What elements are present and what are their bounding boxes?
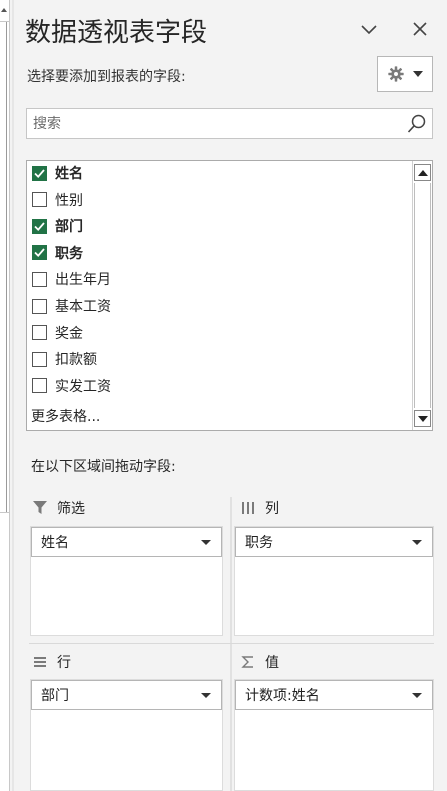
close-panel-button[interactable] xyxy=(405,14,435,44)
field-list[interactable]: 姓名性别部门职务出生年月基本工资奖金扣款额实发工资 更多表格... xyxy=(26,160,433,431)
search-icon[interactable] xyxy=(406,113,428,135)
field-checkbox[interactable] xyxy=(32,351,47,367)
tools-button[interactable] xyxy=(377,56,433,92)
gear-icon xyxy=(388,66,404,82)
panel-title: 数据透视表字段 xyxy=(25,18,208,48)
field-checkbox[interactable] xyxy=(32,378,47,394)
field-item[interactable]: 出生年月 xyxy=(32,268,111,290)
columns-area-label: 列 xyxy=(241,498,279,518)
field-checkbox[interactable] xyxy=(32,192,47,208)
field-item[interactable]: 扣款额 xyxy=(32,348,97,370)
left-edge-strip xyxy=(0,0,10,791)
rows-area-title: 行 xyxy=(57,655,71,671)
field-label: 奖金 xyxy=(55,325,83,342)
values-drop-area[interactable]: 计数项:姓名 xyxy=(234,679,434,791)
field-item[interactable]: 姓名 xyxy=(32,162,83,184)
arrow-down-icon xyxy=(417,415,428,422)
columns-icon xyxy=(242,502,254,514)
panel-separator[interactable] xyxy=(12,0,14,791)
collapse-panel-button[interactable] xyxy=(354,14,384,44)
field-checkbox[interactable] xyxy=(32,165,47,181)
search-input[interactable] xyxy=(33,113,393,135)
field-item[interactable]: 部门 xyxy=(32,215,83,237)
chip-dropdown-icon[interactable] xyxy=(412,693,422,698)
values-field-label: 计数项:姓名 xyxy=(245,688,320,704)
columns-area-title: 列 xyxy=(265,501,279,517)
columns-drop-area[interactable]: 职务 xyxy=(234,526,434,636)
field-label: 性别 xyxy=(55,192,83,209)
filter-field-chip[interactable]: 姓名 xyxy=(31,527,222,557)
field-list-scrollbar[interactable] xyxy=(412,161,432,430)
chip-dropdown-icon[interactable] xyxy=(201,540,211,545)
scroll-down-button[interactable] xyxy=(414,410,431,427)
check-icon xyxy=(34,248,45,258)
field-label: 实发工资 xyxy=(55,378,111,395)
filter-icon xyxy=(33,501,47,514)
field-label: 部门 xyxy=(55,219,83,236)
panel-subtitle: 选择要添加到报表的字段: xyxy=(27,69,186,85)
chip-dropdown-icon[interactable] xyxy=(201,693,211,698)
areas-divider-vertical xyxy=(230,497,232,791)
dropdown-arrow-icon xyxy=(413,71,423,77)
columns-field-chip[interactable]: 职务 xyxy=(235,527,433,557)
filter-field-label: 姓名 xyxy=(41,535,69,551)
field-checkbox[interactable] xyxy=(32,325,47,341)
field-label: 职务 xyxy=(55,245,83,262)
field-checkbox[interactable] xyxy=(32,298,47,314)
field-item[interactable]: 职务 xyxy=(32,242,83,264)
edge-divider xyxy=(0,21,9,22)
field-checkbox[interactable] xyxy=(32,245,47,261)
columns-field-label: 职务 xyxy=(245,535,273,551)
check-icon xyxy=(34,222,45,231)
field-label: 出生年月 xyxy=(55,272,111,289)
scroll-up-button[interactable] xyxy=(414,164,431,181)
rows-drop-area[interactable]: 部门 xyxy=(30,679,223,791)
check-icon xyxy=(34,168,45,178)
collapse-arrow-icon[interactable] xyxy=(1,8,7,12)
values-area-label: 值 xyxy=(241,652,279,672)
field-label: 基本工资 xyxy=(55,299,111,315)
chip-dropdown-icon[interactable] xyxy=(412,540,422,545)
arrow-up-icon xyxy=(417,169,428,176)
sigma-icon xyxy=(241,656,253,668)
close-icon xyxy=(413,22,427,36)
edge-vertical-line xyxy=(6,22,7,512)
drag-hint: 在以下区域间拖动字段: xyxy=(31,459,176,475)
filter-area-title: 筛选 xyxy=(57,501,85,517)
values-field-chip[interactable]: 计数项:姓名 xyxy=(235,680,433,710)
field-label: 姓名 xyxy=(55,166,83,182)
field-item[interactable]: 性别 xyxy=(32,189,83,211)
field-label: 扣款额 xyxy=(55,352,97,369)
filter-area-label: 筛选 xyxy=(33,498,85,518)
edge-divider xyxy=(0,512,9,513)
field-item[interactable]: 基本工资 xyxy=(32,295,111,317)
areas-divider-horizontal xyxy=(29,643,434,644)
field-item[interactable]: 实发工资 xyxy=(32,375,111,397)
search-box[interactable] xyxy=(26,108,433,139)
filter-drop-area[interactable]: 姓名 xyxy=(30,526,223,636)
scroll-track[interactable] xyxy=(414,183,431,408)
more-tables-link[interactable]: 更多表格... xyxy=(31,406,100,426)
field-item[interactable]: 奖金 xyxy=(32,322,83,344)
rows-area-label: 行 xyxy=(33,652,71,672)
field-checkbox[interactable] xyxy=(32,218,47,234)
rows-icon xyxy=(34,657,46,667)
rows-field-chip[interactable]: 部门 xyxy=(31,680,222,710)
field-checkbox[interactable] xyxy=(32,271,47,287)
rows-field-label: 部门 xyxy=(41,688,69,704)
values-area-title: 值 xyxy=(265,655,279,671)
chevron-down-icon xyxy=(361,25,377,35)
